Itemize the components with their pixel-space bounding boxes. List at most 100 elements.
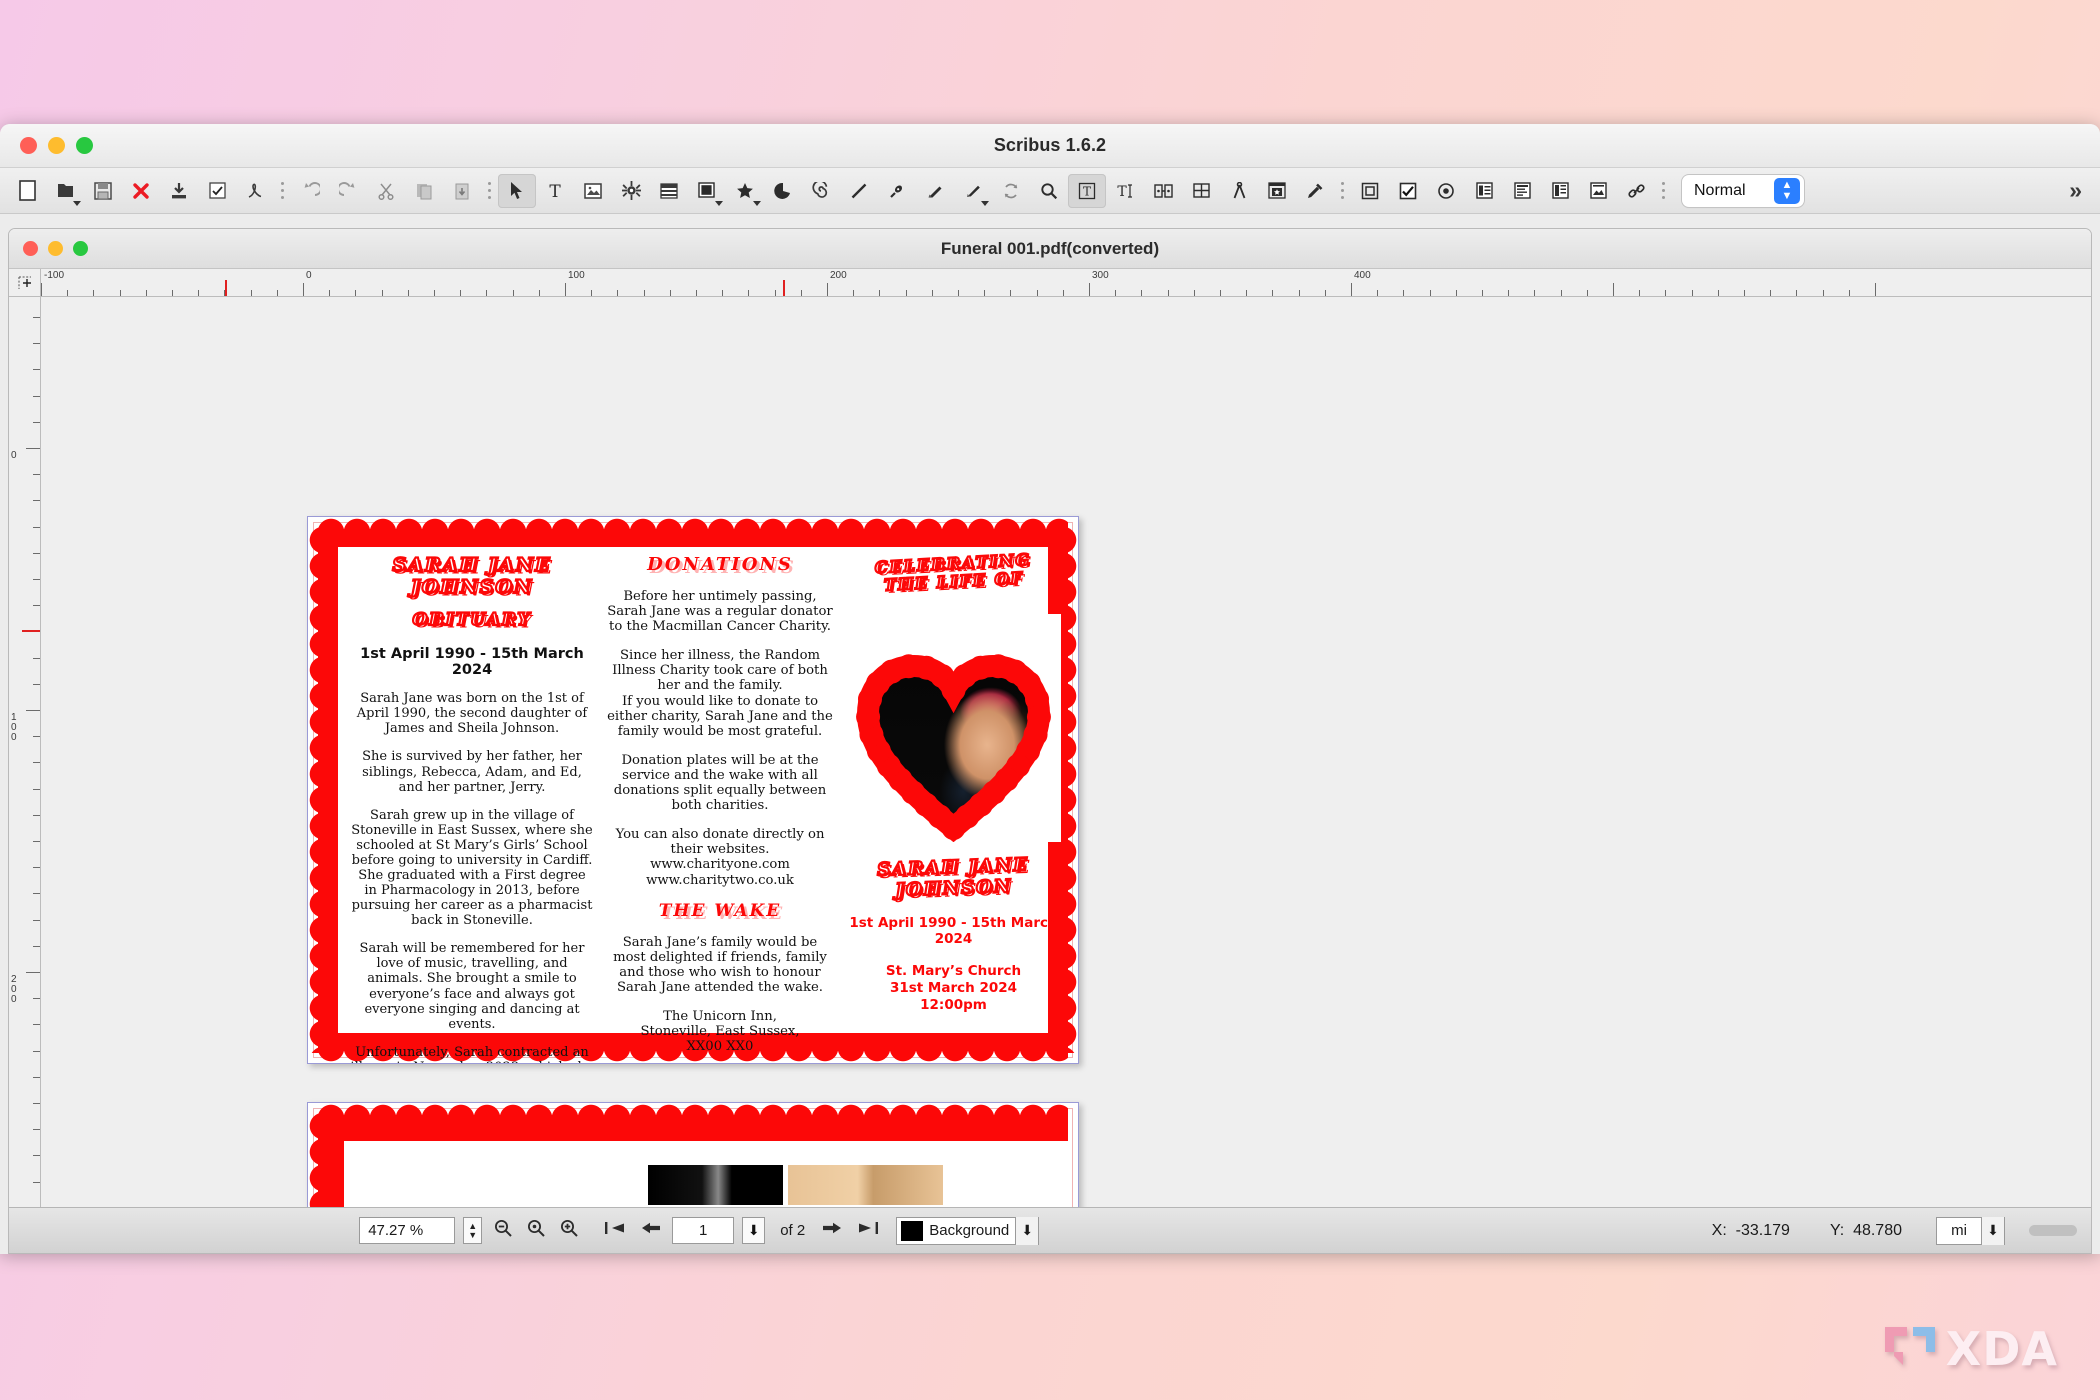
insert-arc-icon[interactable]: [764, 174, 802, 208]
ruler-tick: [617, 290, 618, 296]
ruler-tick: [1744, 290, 1745, 296]
layer-selector[interactable]: Background ⬇: [896, 1217, 1039, 1245]
document-title: Funeral 001.pdf(converted): [9, 239, 2091, 259]
horizontal-scrollbar-thumb[interactable]: [2029, 1225, 2077, 1236]
ruler-tick: [486, 290, 487, 296]
document-canvas[interactable]: SARAH JANE JOHNSON OBITUARY 1st April 19…: [41, 297, 2091, 1253]
insert-spiral-icon[interactable]: [802, 174, 840, 208]
zoom-tool-icon[interactable]: [1030, 174, 1068, 208]
measurement-unit-selector[interactable]: mi ⬇: [1936, 1217, 2005, 1245]
wake-paragraph: Sarah Jane’s family would be most deligh…: [606, 935, 834, 996]
copy-icon[interactable]: [405, 174, 443, 208]
ruler-tick: [33, 422, 40, 423]
ruler-tick: [67, 290, 68, 296]
ruler-tick: [408, 290, 409, 296]
insert-bezier-curve-icon[interactable]: [878, 174, 916, 208]
ruler-tick: [33, 500, 40, 501]
ruler-tick: [93, 290, 94, 296]
insert-calligraphic-line-icon[interactable]: [954, 174, 992, 208]
export-document-icon[interactable]: [160, 174, 198, 208]
insert-render-frame-icon[interactable]: [612, 174, 650, 208]
ruler-tick: [644, 290, 645, 296]
chevron-updown-icon[interactable]: ▲▼: [1774, 178, 1800, 204]
ruler-tick: [1534, 290, 1535, 296]
zoom-100-icon[interactable]: [524, 1218, 548, 1243]
ruler-tick: [33, 553, 40, 554]
eye-dropper-icon[interactable]: [1296, 174, 1334, 208]
ruler-tick: [33, 1103, 40, 1104]
undo-icon[interactable]: [291, 174, 329, 208]
first-page-icon[interactable]: [602, 1219, 628, 1242]
unlink-text-frames-icon[interactable]: [1182, 174, 1220, 208]
close-document-icon[interactable]: [122, 174, 160, 208]
ruler-origin[interactable]: [9, 269, 41, 297]
ruler-tick: [33, 920, 40, 921]
toggle-color-management-icon[interactable]: [1427, 174, 1465, 208]
content-properties-icon[interactable]: [1541, 174, 1579, 208]
insert-text-frame-icon[interactable]: T: [536, 174, 574, 208]
measurements-icon[interactable]: [1220, 174, 1258, 208]
ruler-tick: [26, 448, 40, 449]
toolbar-overflow-button[interactable]: »: [2069, 177, 2092, 204]
page-dropdown-button[interactable]: ⬇: [742, 1217, 765, 1244]
insert-shape-icon[interactable]: [688, 174, 726, 208]
paste-icon[interactable]: [443, 174, 481, 208]
zoom-in-icon[interactable]: [557, 1218, 581, 1243]
cut-icon[interactable]: [367, 174, 405, 208]
vertical-ruler[interactable]: 0100200: [9, 297, 41, 1253]
page-properties-icon[interactable]: [1579, 174, 1617, 208]
ruler-tick: [1587, 290, 1588, 296]
zoom-out-icon[interactable]: [491, 1218, 515, 1243]
layer-dropdown-icon[interactable]: ⬇: [1015, 1217, 1038, 1245]
horizontal-ruler[interactable]: -1000100200300400: [41, 269, 2091, 297]
next-page-icon[interactable]: [820, 1219, 846, 1242]
unit-dropdown-icon[interactable]: ⬇: [1981, 1217, 2004, 1245]
xda-logo-icon: [1882, 1324, 1938, 1374]
open-document-icon[interactable]: [46, 174, 84, 208]
insert-image-frame-icon[interactable]: [574, 174, 612, 208]
ruler-label: 100: [568, 270, 585, 281]
zoom-level-input[interactable]: 47.27 %: [359, 1217, 455, 1244]
ruler-tick: [277, 290, 278, 296]
insert-line-icon[interactable]: [840, 174, 878, 208]
link-text-frames-icon[interactable]: [1144, 174, 1182, 208]
obituary-dates: 1st April 1990 - 15th March 2024: [350, 646, 594, 678]
copy-item-properties-icon[interactable]: [1258, 174, 1296, 208]
save-document-icon[interactable]: [84, 174, 122, 208]
edit-text-with-story-editor-icon[interactable]: T: [1106, 174, 1144, 208]
ruler-tick: [33, 1182, 40, 1183]
text-properties-icon[interactable]: [1503, 174, 1541, 208]
donations-paragraph: Before her untimely passing, Sarah Jane …: [606, 589, 834, 635]
link-properties-icon[interactable]: [1617, 174, 1655, 208]
status-bar-center-group: 47.27 % ▲▼ 1: [359, 1217, 1039, 1245]
select-item-icon[interactable]: [498, 174, 536, 208]
ruler-tick: [696, 290, 697, 296]
ruler-tick: [33, 736, 40, 737]
ruler-tick: [1272, 290, 1273, 296]
current-page-input[interactable]: 1: [672, 1217, 734, 1244]
new-document-icon[interactable]: [8, 174, 46, 208]
heart-photo-frame[interactable]: [846, 614, 1061, 842]
insert-polygon-icon[interactable]: [726, 174, 764, 208]
edit-contents-of-frame-icon[interactable]: T: [1068, 174, 1106, 208]
properties-panel-icon[interactable]: [1465, 174, 1503, 208]
obituary-heading: OBITUARY: [350, 611, 594, 631]
last-page-icon[interactable]: [855, 1219, 881, 1242]
ruler-label: -100: [44, 270, 64, 281]
preflight-verifier-icon[interactable]: [198, 174, 236, 208]
zoom-level-stepper[interactable]: ▲▼: [463, 1217, 482, 1244]
measurement-unit-value: mi: [1937, 1222, 1981, 1239]
document-page-1[interactable]: SARAH JANE JOHNSON OBITUARY 1st April 19…: [307, 516, 1079, 1064]
insert-freehand-line-icon[interactable]: [916, 174, 954, 208]
preview-mode-icon[interactable]: [1351, 174, 1389, 208]
preflight-toggle-icon[interactable]: [1389, 174, 1427, 208]
ruler-label: 0: [306, 270, 312, 281]
previous-page-icon[interactable]: [637, 1219, 663, 1242]
save-as-pdf-icon[interactable]: [236, 174, 274, 208]
redo-icon[interactable]: [329, 174, 367, 208]
svg-text:T: T: [1117, 184, 1127, 200]
view-mode-select[interactable]: Normal ▲▼: [1682, 175, 1804, 207]
insert-table-icon[interactable]: [650, 174, 688, 208]
obituary-paragraph: Sarah will be remembered for her love of…: [350, 941, 594, 1031]
rotate-item-icon[interactable]: [992, 174, 1030, 208]
